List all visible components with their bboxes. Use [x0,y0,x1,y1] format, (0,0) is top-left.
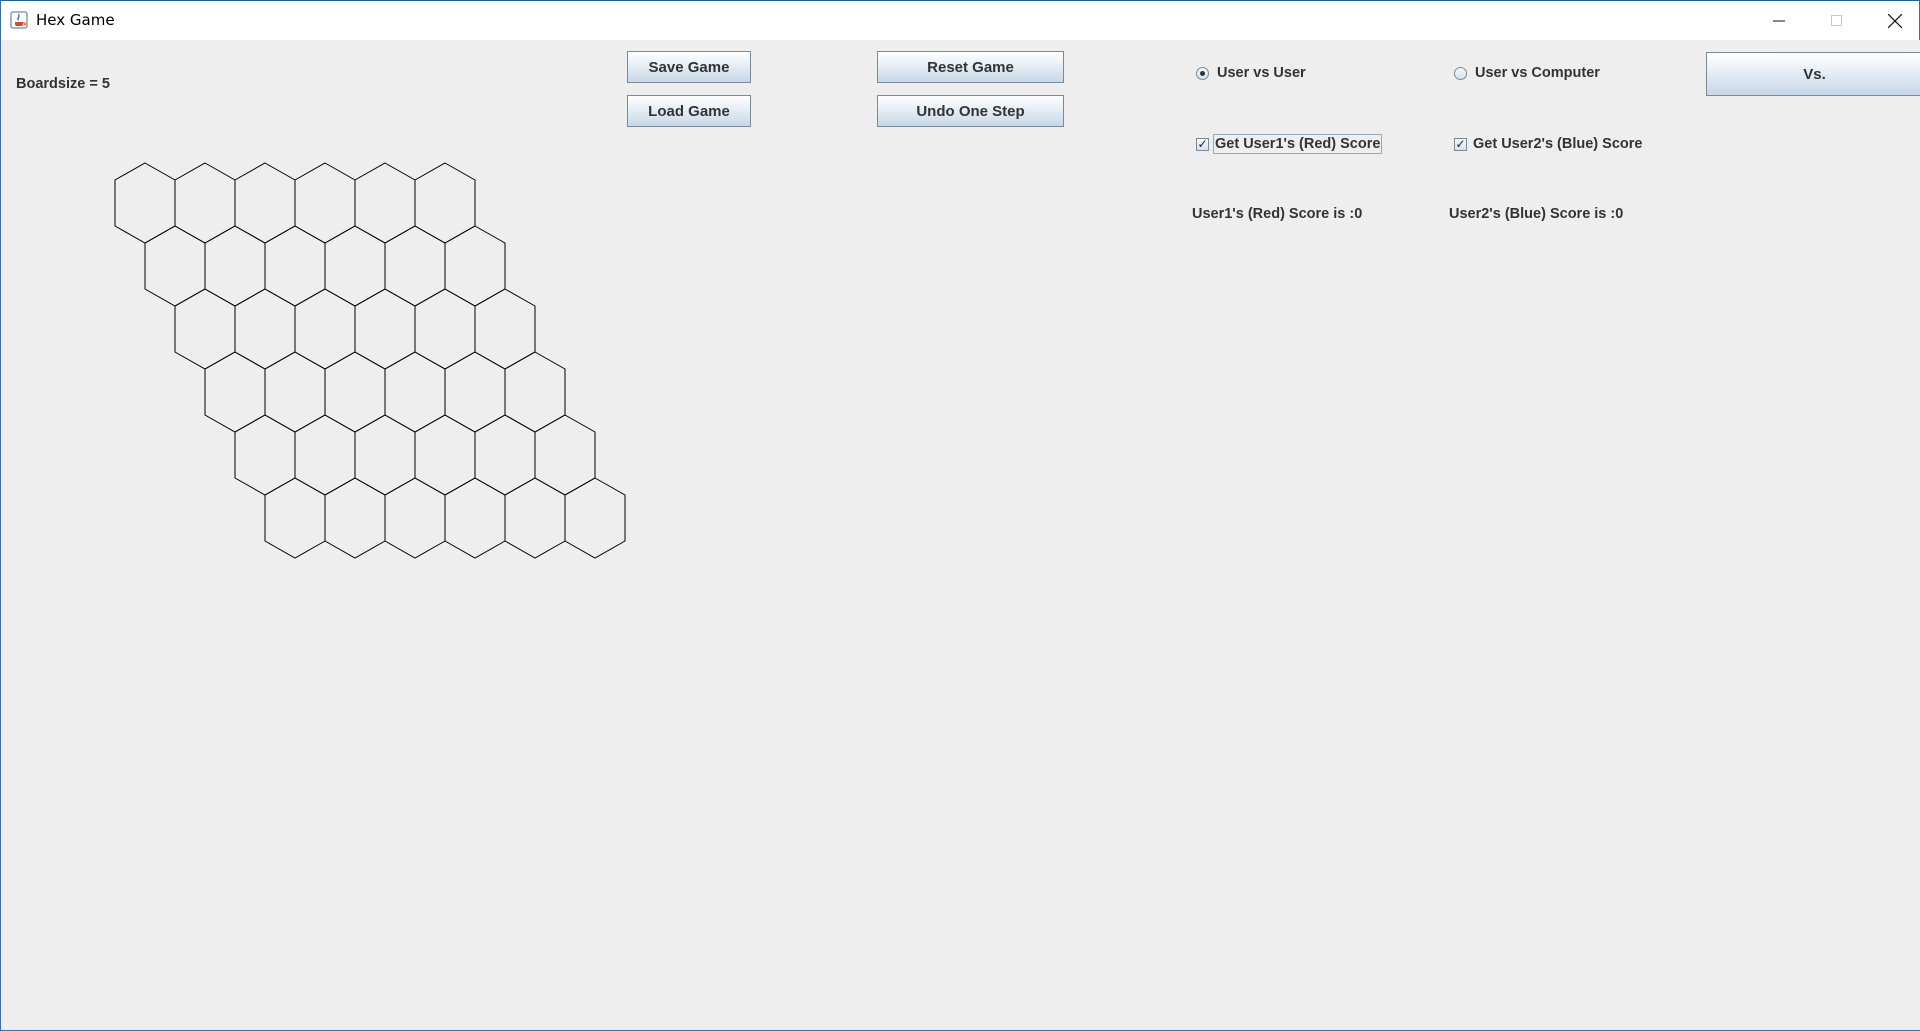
hex-cell[interactable] [504,477,566,559]
reset-game-button[interactable]: Reset Game [877,51,1064,83]
checkbox-blue-score[interactable]: ✓ Get User2's (Blue) Score [1454,135,1643,153]
radio-unselected-indicator [1454,66,1467,80]
hex-cell[interactable] [264,477,326,559]
java-app-icon [10,11,28,29]
title-bar: Hex Game [1,0,1919,40]
check-icon: ✓ [1454,136,1467,151]
vs-button[interactable]: Vs. [1706,52,1920,96]
hex-cell[interactable] [324,477,386,559]
close-icon [1888,13,1902,28]
hex-cell[interactable] [444,477,506,559]
check-icon: ✓ [1196,136,1209,151]
maximize-icon [1831,14,1842,26]
radio-user-vs-user-label: User vs User [1217,65,1306,81]
radio-user-vs-user[interactable]: User vs User [1196,65,1306,81]
minimize-button[interactable] [1750,1,1808,40]
checkbox-red-score[interactable]: ✓ Get User1's (Red) Score [1196,134,1383,154]
main-panel: Boardsize = 5 Save Game Load Game Reset … [2,40,1920,1030]
window-title: Hex Game [36,11,115,29]
load-game-button[interactable]: Load Game [627,95,751,127]
radio-user-vs-computer-label: User vs Computer [1475,65,1600,81]
app-window: Hex Game Boardsize = 5 Save Game Load Ga… [0,0,1920,1031]
undo-one-step-button[interactable]: Undo One Step [877,95,1064,127]
radio-selected-indicator [1196,66,1209,80]
minimize-icon [1773,20,1785,21]
radio-user-vs-computer[interactable]: User vs Computer [1454,65,1600,81]
hex-cell[interactable] [564,477,626,559]
save-game-button[interactable]: Save Game [627,51,751,83]
close-button[interactable] [1866,1,1920,40]
hex-cell[interactable] [384,477,446,559]
checkbox-blue-score-label: Get User2's (Blue) Score [1473,136,1643,152]
checkbox-red-score-label: Get User1's (Red) Score [1212,134,1383,154]
boardsize-label: Boardsize = 5 [16,76,110,92]
hex-board[interactable] [2,40,702,560]
red-score-text: User1's (Red) Score is :0 [1192,206,1363,222]
blue-score-text: User2's (Blue) Score is :0 [1449,206,1624,222]
maximize-button[interactable] [1808,1,1866,40]
